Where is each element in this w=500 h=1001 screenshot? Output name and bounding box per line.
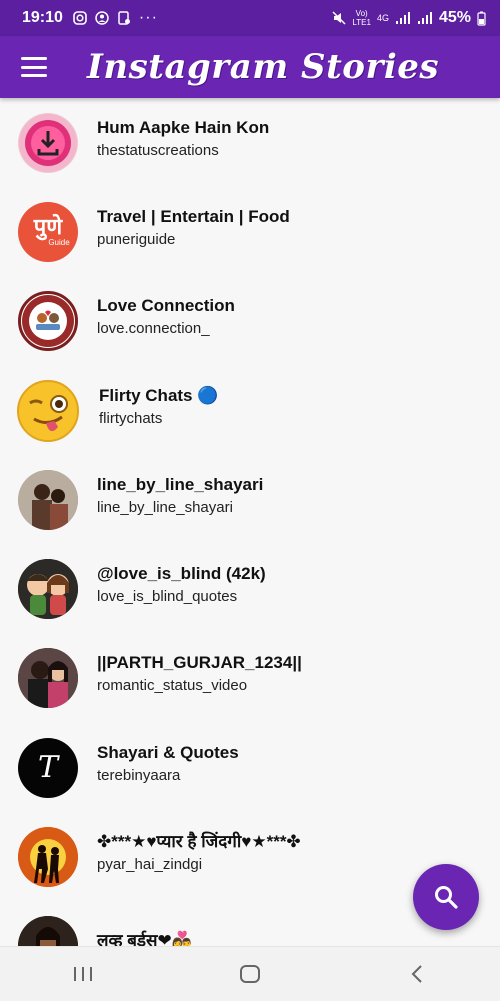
status-bar: 19:10 ··· Vo) LTE1 4G 45% [0, 0, 500, 36]
avatar: T [18, 737, 78, 798]
couple-photo-icon [18, 469, 78, 530]
more-notifications-icon: ··· [138, 9, 158, 26]
signal-icon-2 [417, 12, 432, 24]
list-item[interactable]: Hum Aapke Hain Kon thestatuscreations [0, 98, 500, 187]
person-photo-icon [18, 916, 78, 946]
list-item[interactable]: line_by_line_shayari line_by_line_shayar… [0, 455, 500, 544]
item-title: Hum Aapke Hain Kon [97, 117, 270, 137]
avatar [18, 916, 78, 946]
avatar [18, 112, 78, 173]
item-username: pyar_hai_zindgi [97, 856, 203, 874]
item-title: Love Connection [97, 296, 235, 316]
item-username: romantic_status_video [97, 677, 248, 695]
network-type: 4G [376, 13, 389, 23]
list-item[interactable]: @love_is_blind (42k) love_is_blind_quote… [0, 544, 500, 633]
avatar [18, 559, 78, 620]
home-icon [239, 965, 260, 983]
volte-top: Vo) [355, 9, 368, 18]
list-item[interactable]: ||PARTH_GURJAR_1234|| romantic_status_vi… [0, 634, 500, 723]
back-button[interactable] [387, 954, 447, 994]
avatar-subtext: Guide [48, 238, 70, 248]
avatar-text: T [37, 750, 58, 786]
avatar [16, 379, 80, 443]
item-username: love.connection_ [97, 320, 210, 338]
battery-percent: 45% [438, 9, 471, 26]
item-username: flirtychats [99, 409, 163, 427]
avatar [18, 469, 78, 530]
avatar [18, 827, 78, 888]
story-list: Hum Aapke Hain Kon thestatuscreations पु… [0, 98, 500, 946]
search-icon [435, 886, 458, 909]
item-title: ||PARTH_GURJAR_1234|| [97, 653, 302, 673]
item-username: terebinyaara [97, 766, 181, 784]
recent-apps-icon [74, 967, 93, 981]
silhouette-couple-icon [18, 827, 78, 888]
item-title: @love_is_blind (42k) [97, 564, 266, 584]
avatar-text: पुणे [33, 214, 63, 240]
item-title: Travel | Entertain | Food [97, 206, 290, 226]
battery-icon [477, 11, 486, 26]
item-username: puneriguide [97, 230, 176, 248]
item-title: line_by_line_shayari [97, 474, 264, 494]
avatar: पुणे Guide [18, 201, 78, 262]
item-username: line_by_line_shayari [97, 498, 233, 516]
list-item[interactable]: T Shayari & Quotes terebinyaara [0, 723, 500, 812]
item-title: ✤***★♥प्यार है जिंदगी♥★***✤ [97, 832, 301, 852]
item-username: love_is_blind_quotes [97, 588, 238, 606]
item-title: Flirty Chats 🔵 [99, 385, 219, 405]
logo-icon [22, 295, 74, 348]
account-icon [95, 11, 109, 25]
menu-icon-line [21, 74, 47, 77]
status-time: 19:10 [22, 9, 63, 26]
item-title: Shayari & Quotes [97, 742, 239, 762]
signal-icon [395, 12, 410, 24]
list-item[interactable]: Flirty Chats 🔵 flirtychats [0, 366, 500, 455]
navigation-bar [0, 946, 500, 1001]
menu-icon-line [21, 65, 47, 69]
wink-emoji-icon [17, 379, 79, 442]
search-button[interactable] [413, 864, 479, 930]
mute-icon [332, 11, 346, 25]
app-bar: Instagram Stories [0, 36, 500, 98]
item-title: लव्ह बर्डस❤👩‍❤️‍👨 [97, 931, 193, 946]
home-button[interactable] [220, 954, 280, 994]
volte-indicator: Vo) LTE1 [352, 9, 371, 27]
instagram-icon [73, 11, 87, 25]
avatar [18, 291, 78, 352]
volte-bottom: LTE1 [352, 18, 371, 27]
back-icon [411, 965, 422, 983]
screenshot-icon [118, 11, 130, 25]
list-item[interactable]: Love Connection love.connection_ [0, 277, 500, 366]
recent-apps-button[interactable] [53, 954, 113, 994]
item-username: thestatuscreations [97, 141, 219, 159]
menu-button[interactable] [21, 57, 47, 77]
download-icon [19, 113, 77, 172]
list-item[interactable]: पुणे Guide Travel | Entertain | Food pun… [0, 187, 500, 276]
app-title: Instagram Stories [87, 47, 440, 87]
avatar [18, 648, 78, 709]
couple-photo-icon [18, 648, 78, 709]
menu-icon-line [21, 57, 47, 60]
cartoon-couple-icon [18, 559, 78, 620]
